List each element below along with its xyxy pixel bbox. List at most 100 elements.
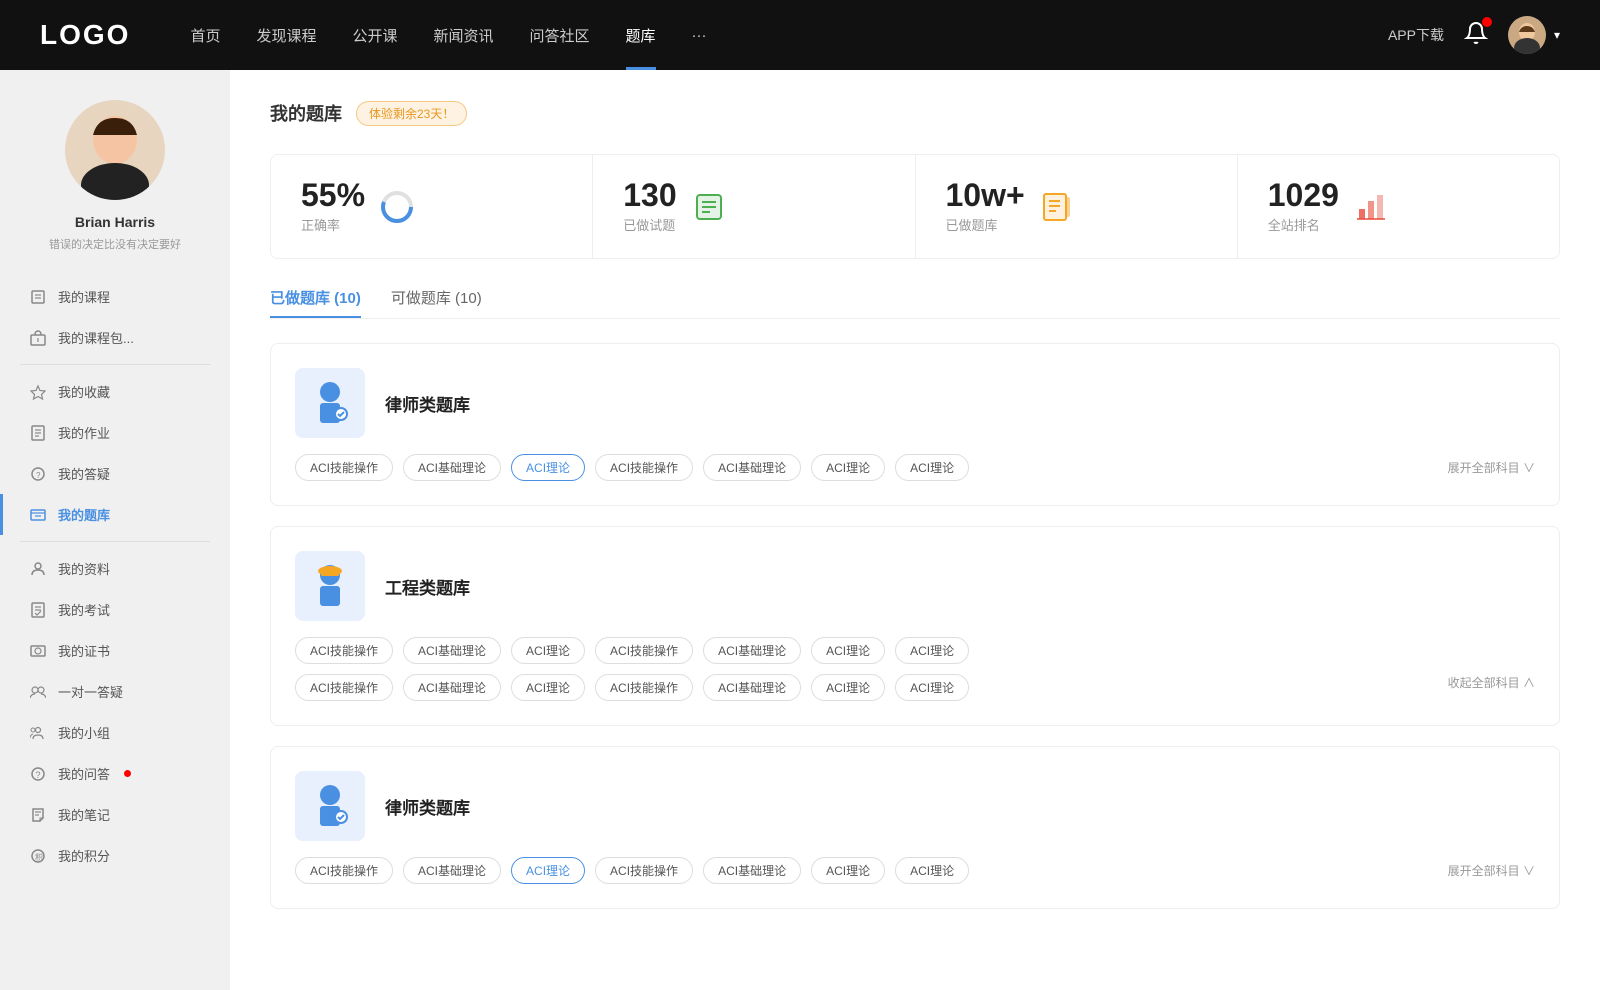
exam-icon — [30, 602, 46, 618]
sidebar-item-course[interactable]: 我的课程 — [0, 276, 230, 317]
bank-icon — [30, 507, 46, 523]
nav-open-course[interactable]: 公开课 — [352, 25, 397, 46]
bank-tags-row-3: ACI技能操作 ACI基础理论 ACI理论 ACI技能操作 ACI基础理论 AC… — [295, 857, 969, 884]
tag-2-5[interactable]: ACI理论 — [811, 637, 885, 664]
tag-3-6[interactable]: ACI理论 — [895, 857, 969, 884]
notification-bell[interactable] — [1464, 21, 1488, 50]
bank-card-header-3: 律师类题库 — [295, 771, 1535, 841]
cert-icon — [30, 643, 46, 659]
bank-tags-row-2a: ACI技能操作 ACI基础理论 ACI理论 ACI技能操作 ACI基础理论 AC… — [295, 637, 1535, 664]
sidebar-item-points[interactable]: 积 我的积分 — [0, 835, 230, 876]
tag-1-4[interactable]: ACI基础理论 — [703, 454, 801, 481]
tag-2b-6[interactable]: ACI理论 — [895, 674, 969, 701]
tag-2b-2[interactable]: ACI理论 — [511, 674, 585, 701]
nav-more[interactable]: ··· — [692, 27, 707, 44]
sidebar-item-qa[interactable]: ? 我的答疑 — [0, 453, 230, 494]
sidebar-item-exam[interactable]: 我的考试 — [0, 589, 230, 630]
qa2-icon: ? — [30, 766, 46, 782]
sidebar-item-profile[interactable]: 我的资料 — [0, 548, 230, 589]
sidebar-item-cert[interactable]: 我的证书 — [0, 630, 230, 671]
sidebar-item-package[interactable]: 我的课程包... — [0, 317, 230, 358]
nav-home[interactable]: 首页 — [190, 25, 220, 46]
stat-done-tests-number: 130 — [623, 179, 676, 211]
tab-done-banks[interactable]: 已做题库 (10) — [270, 287, 361, 318]
chevron-down-icon: ▾ — [1554, 28, 1560, 42]
svg-text:积: 积 — [35, 852, 43, 862]
divider-2 — [20, 541, 210, 542]
nav-bank[interactable]: 题库 — [626, 25, 656, 46]
stat-ranking-label: 全站排名 — [1268, 215, 1339, 234]
sidebar-item-favorites[interactable]: 我的收藏 — [0, 371, 230, 412]
tag-3-0[interactable]: ACI技能操作 — [295, 857, 393, 884]
notebook-icon — [1039, 189, 1075, 225]
tag-1-3[interactable]: ACI技能操作 — [595, 454, 693, 481]
logo: LOGO — [40, 19, 130, 51]
bank-title-3: 律师类题库 — [385, 794, 470, 819]
bank-card-lawyer-2: 律师类题库 ACI技能操作 ACI基础理论 ACI理论 ACI技能操作 ACI基… — [270, 746, 1560, 909]
sidebar: Brian Harris 错误的决定比没有决定要好 我的课程 我的课程包... — [0, 70, 230, 990]
package-icon — [30, 330, 46, 346]
user-avatar-wrap[interactable]: ▾ — [1508, 16, 1560, 54]
tag-3-1[interactable]: ACI基础理论 — [403, 857, 501, 884]
tag-2-6[interactable]: ACI理论 — [895, 637, 969, 664]
tab-todo-banks[interactable]: 可做题库 (10) — [391, 287, 482, 318]
tag-2-4[interactable]: ACI基础理论 — [703, 637, 801, 664]
tag-2b-3[interactable]: ACI技能操作 — [595, 674, 693, 701]
tag-1-0[interactable]: ACI技能操作 — [295, 454, 393, 481]
pie-chart-icon — [379, 189, 415, 225]
sidebar-item-questions[interactable]: ? 我的问答 — [0, 753, 230, 794]
tag-2-0[interactable]: ACI技能操作 — [295, 637, 393, 664]
stat-done-banks-label: 已做题库 — [946, 215, 1025, 234]
bank-icon-lawyer-2 — [295, 771, 365, 841]
sidebar-item-group[interactable]: 我的小组 — [0, 712, 230, 753]
tag-3-5[interactable]: ACI理论 — [811, 857, 885, 884]
tag-2b-4[interactable]: ACI基础理论 — [703, 674, 801, 701]
tag-2-2[interactable]: ACI理论 — [511, 637, 585, 664]
app-download-button[interactable]: APP下载 — [1388, 25, 1444, 45]
tag-3-3[interactable]: ACI技能操作 — [595, 857, 693, 884]
tag-2-3[interactable]: ACI技能操作 — [595, 637, 693, 664]
tag-2-1[interactable]: ACI基础理论 — [403, 637, 501, 664]
points-icon: 积 — [30, 848, 46, 864]
bank-card-lawyer-1: 律师类题库 ACI技能操作 ACI基础理论 ACI理论 ACI技能操作 ACI基… — [270, 343, 1560, 506]
bank-icon-engineer — [295, 551, 365, 621]
stat-accuracy-number: 55% — [301, 179, 365, 211]
page-title: 我的题库 — [270, 100, 342, 126]
sidebar-avatar — [65, 100, 165, 200]
sidebar-menu: 我的课程 我的课程包... 我的收藏 — [0, 276, 230, 876]
tag-3-2[interactable]: ACI理论 — [511, 857, 585, 884]
stat-done-banks: 10w+ 已做题库 — [916, 155, 1238, 258]
bank-title-1: 律师类题库 — [385, 391, 470, 416]
tag-2b-1[interactable]: ACI基础理论 — [403, 674, 501, 701]
expand-link-1[interactable]: 展开全部科目 ∨ — [1438, 459, 1535, 476]
page-layout: Brian Harris 错误的决定比没有决定要好 我的课程 我的课程包... — [0, 70, 1600, 990]
bank-title-2: 工程类题库 — [385, 574, 470, 599]
qa-icon: ? — [30, 466, 46, 482]
tag-1-1[interactable]: ACI基础理论 — [403, 454, 501, 481]
stat-accuracy-label: 正确率 — [301, 215, 365, 234]
tag-1-6[interactable]: ACI理论 — [895, 454, 969, 481]
sidebar-item-homework[interactable]: 我的作业 — [0, 412, 230, 453]
nav-news[interactable]: 新闻资讯 — [434, 25, 494, 46]
sidebar-item-bank[interactable]: 我的题库 — [0, 494, 230, 535]
homework-icon — [30, 425, 46, 441]
course-icon — [30, 289, 46, 305]
sidebar-item-notes[interactable]: 我的笔记 — [0, 794, 230, 835]
list-icon — [691, 189, 727, 225]
stat-ranking-number: 1029 — [1268, 179, 1339, 211]
tag-1-2[interactable]: ACI理论 — [511, 454, 585, 481]
tag-2b-5[interactable]: ACI理论 — [811, 674, 885, 701]
sidebar-motto: 错误的决定比没有决定要好 — [49, 236, 181, 252]
sidebar-item-one-one[interactable]: 一对一答疑 — [0, 671, 230, 712]
svg-text:?: ? — [36, 471, 41, 480]
group-icon — [30, 725, 46, 741]
tag-2b-0[interactable]: ACI技能操作 — [295, 674, 393, 701]
tag-1-5[interactable]: ACI理论 — [811, 454, 885, 481]
collapse-link-2[interactable]: 收起全部科目 ∧ — [1438, 674, 1535, 701]
nav-qa[interactable]: 问答社区 — [530, 25, 590, 46]
expand-link-3[interactable]: 展开全部科目 ∨ — [1438, 862, 1535, 879]
nav-discover[interactable]: 发现课程 — [256, 25, 316, 46]
bank-card-header-2: 工程类题库 — [295, 551, 1535, 621]
tag-3-4[interactable]: ACI基础理论 — [703, 857, 801, 884]
one-one-icon — [30, 684, 46, 700]
